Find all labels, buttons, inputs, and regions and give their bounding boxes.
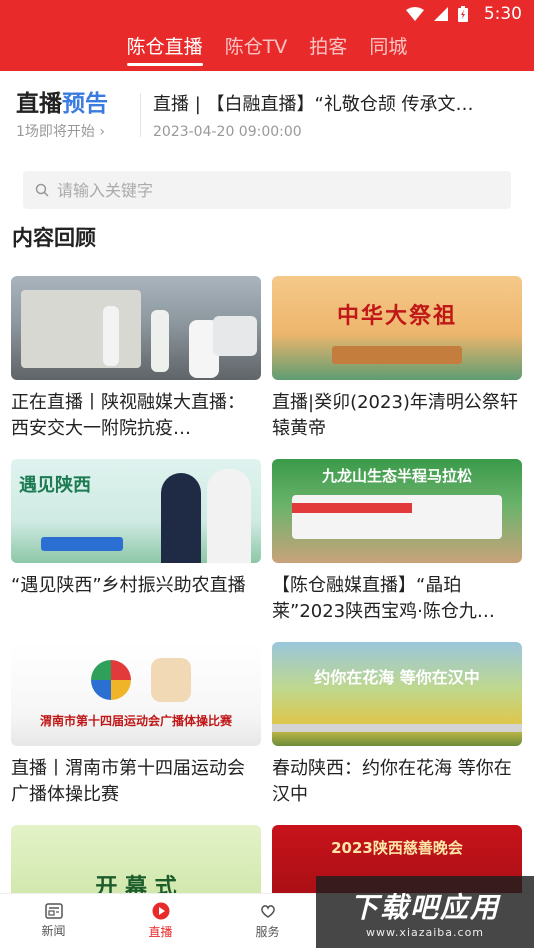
replay-thumbnail: 遇见陕西 bbox=[11, 459, 261, 563]
cellular-signal-icon bbox=[433, 7, 448, 21]
watermark-url: www.xiazaiba.com bbox=[365, 925, 485, 939]
chevron-right-icon: › bbox=[99, 124, 105, 140]
replay-caption: 春动陕西：约你在花海 等你在汉中 bbox=[272, 758, 512, 805]
wifi-icon bbox=[405, 7, 424, 21]
replay-thumbnail: 中华大祭祖 bbox=[272, 276, 522, 380]
thumbnail-headline: 遇见陕西 bbox=[19, 475, 91, 496]
nav-news[interactable]: 新闻 bbox=[0, 894, 107, 948]
replay-card[interactable]: 九龙山生态半程马拉松 【陈仓融媒直播】“晶珀莱”2023陕西宝鸡·陈仓九… bbox=[272, 459, 522, 625]
channel-tabs: 陈仓直播 陈仓TV 拍客 同城 bbox=[0, 28, 534, 71]
live-preview-label[interactable]: 直播预告 1场即将开始 › bbox=[0, 89, 140, 141]
upcoming-count: 1场即将开始 › bbox=[16, 121, 140, 141]
tab-chencang-tv[interactable]: 陈仓TV bbox=[225, 34, 288, 64]
play-icon bbox=[152, 902, 169, 920]
replay-caption: “遇见陕西”乡村振兴助农直播 bbox=[11, 575, 246, 596]
replay-caption: 直播|癸卯(2023)年清明公祭轩辕黄帝 bbox=[272, 392, 518, 439]
replay-card[interactable]: 渭南市第十四届运动会广播体操比赛 直播丨渭南市第十四届运动会广播体操比赛 bbox=[11, 642, 261, 808]
replay-thumbnail: 渭南市第十四届运动会广播体操比赛 bbox=[11, 642, 261, 746]
live-preview-title: 直播预告 bbox=[16, 89, 140, 119]
section-title: 内容回顾 bbox=[12, 226, 96, 250]
status-time: 5:30 bbox=[483, 4, 522, 24]
replay-thumbnail: 九龙山生态半程马拉松 bbox=[272, 459, 522, 563]
thumbnail-headline: 九龙山生态半程马拉松 bbox=[321, 467, 472, 485]
watermark-logo: 下载吧应用 www.xiazaiba.com bbox=[316, 876, 534, 948]
live-preview-title-main: 直播 bbox=[16, 91, 62, 117]
preview-divider bbox=[140, 93, 141, 137]
search-icon bbox=[35, 183, 49, 197]
status-bar: 5:30 bbox=[0, 0, 534, 28]
replay-card[interactable]: 正在直播丨陕视融媒大直播：西安交大一附院抗疫… bbox=[11, 276, 261, 442]
thumbnail-headline: 中华大祭祖 bbox=[336, 304, 457, 329]
live-preview-title-highlight: 预告 bbox=[62, 91, 108, 117]
thumbnail-headline: 约你在花海 等你在汉中 bbox=[314, 668, 480, 687]
replay-card[interactable]: 约你在花海 等你在汉中 春动陕西：约你在花海 等你在汉中 bbox=[272, 642, 522, 808]
news-icon bbox=[44, 903, 63, 919]
battery-icon bbox=[457, 6, 468, 22]
upcoming-live-title: 直播 | 【白融直播】“礼敬仓颉 传承文… bbox=[153, 94, 474, 115]
thumbnail-headline: 2023陕西慈善晚会 bbox=[331, 839, 463, 857]
nav-live-label: 直播 bbox=[148, 925, 173, 939]
replay-caption: 直播丨渭南市第十四届运动会广播体操比赛 bbox=[11, 758, 245, 805]
nav-news-label: 新闻 bbox=[41, 924, 66, 938]
upcoming-live-item[interactable]: 直播 | 【白融直播】“礼敬仓颉 传承文… 2023-04-20 09:00:0… bbox=[153, 90, 534, 140]
nav-service-label: 服务 bbox=[255, 925, 280, 939]
tab-paike[interactable]: 拍客 bbox=[309, 34, 347, 64]
replay-card[interactable]: 中华大祭祖 直播|癸卯(2023)年清明公祭轩辕黄帝 bbox=[272, 276, 522, 442]
search-bar[interactable] bbox=[23, 171, 511, 209]
replay-thumbnail: 约你在花海 等你在汉中 bbox=[272, 642, 522, 746]
tab-tongcheng[interactable]: 同城 bbox=[369, 34, 407, 64]
replay-thumbnail bbox=[11, 276, 261, 380]
search-input[interactable] bbox=[57, 180, 457, 200]
replay-card[interactable]: 遇见陕西 “遇见陕西”乡村振兴助农直播 bbox=[11, 459, 261, 625]
replay-caption: 【陈仓融媒直播】“晶珀莱”2023陕西宝鸡·陈仓九… bbox=[272, 575, 495, 622]
upcoming-count-text: 1场即将开始 bbox=[16, 124, 95, 140]
live-preview-banner[interactable]: 直播预告 1场即将开始 › 直播 | 【白融直播】“礼敬仓颉 传承文… 2023… bbox=[0, 71, 534, 159]
nav-service[interactable]: 服务 bbox=[214, 894, 321, 948]
replay-caption: 正在直播丨陕视融媒大直播：西安交大一附院抗疫… bbox=[11, 392, 245, 439]
tab-chencang-live[interactable]: 陈仓直播 bbox=[126, 34, 203, 66]
service-icon bbox=[260, 905, 275, 918]
thumbnail-headline: 渭南市第十四届运动会广播体操比赛 bbox=[39, 714, 232, 728]
upcoming-live-time: 2023-04-20 09:00:00 bbox=[153, 124, 302, 140]
nav-live[interactable]: 直播 bbox=[107, 894, 214, 948]
watermark-text: 下载吧应用 bbox=[349, 890, 500, 924]
